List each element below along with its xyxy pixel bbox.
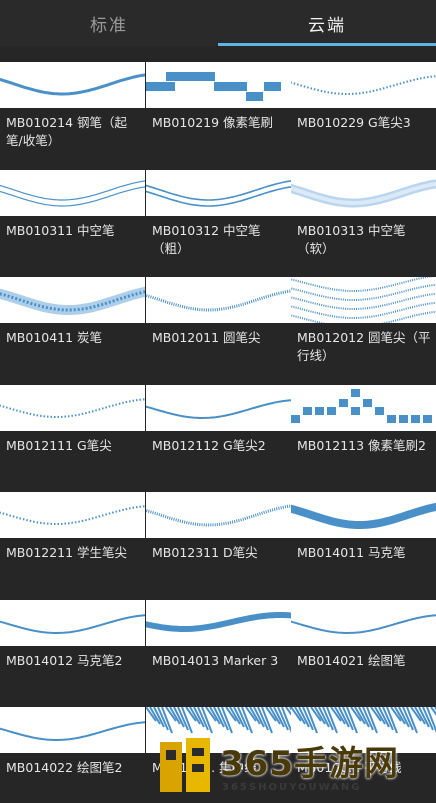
brush-stroke-preview-icon [0, 721, 145, 741]
brush-stroke-preview-icon [146, 72, 281, 101]
brush-preview [291, 169, 436, 216]
brush-label: MB014012 马克笔2 [6, 652, 123, 668]
brush-label: MB012112 G笔尖2 [152, 437, 266, 453]
tab-bar: 标准 云端 [0, 0, 436, 46]
brush-preview [0, 169, 145, 216]
brush-preview [146, 62, 291, 108]
brush-stroke-preview-icon [146, 611, 291, 632]
brush-stroke-preview-icon [146, 289, 291, 312]
brush-preview [146, 277, 291, 323]
brush-library-screen: 标准 云端 MB010214 钢笔（起笔/收笔） MB010219 像素笔刷 MB0… [0, 0, 436, 803]
tab-standard[interactable]: 标准 [0, 0, 218, 46]
brush-stroke-preview-icon [0, 505, 145, 525]
brush-preview [0, 62, 145, 108]
brush-stroke-preview-icon [291, 707, 436, 734]
brush-label: MB0160... 平行线 [297, 760, 402, 775]
brush-label: MB012211 学生笔尖 [6, 545, 128, 560]
brush-preview [291, 492, 436, 538]
brush-preview [0, 384, 145, 431]
brush-stroke-preview-icon [291, 388, 432, 423]
brush-grid[interactable]: MB010214 钢笔（起笔/收笔） MB010219 像素笔刷 MB010229 … [0, 46, 436, 803]
brush-stroke-preview-icon [146, 179, 291, 207]
brush-stroke-preview-icon [146, 707, 291, 734]
brush-preview [291, 599, 436, 646]
brush-preview [0, 599, 145, 646]
brush-preview [146, 384, 291, 431]
brush-preview [146, 599, 291, 646]
brush-stroke-preview-icon [0, 73, 145, 96]
brush-preview [0, 707, 145, 753]
brush-label: MB012113 像素笔刷2 [297, 437, 427, 453]
brush-preview [291, 62, 436, 108]
brush-label: MB014013 Marker 3 [152, 652, 279, 668]
brush-stroke-preview-icon [291, 178, 436, 207]
brush-preview [0, 277, 145, 323]
brush-preview [146, 707, 291, 753]
brush-label: MB0160... 集中线 [152, 760, 257, 775]
brush-label: MB012012 圆笔尖（平行线） [297, 330, 431, 363]
brush-label: MB010229 G笔尖3 [297, 115, 411, 130]
brush-stroke-preview-icon [0, 613, 145, 634]
brush-stroke-preview-icon [146, 504, 291, 527]
brush-stroke-preview-icon [291, 502, 436, 529]
tab-cloud[interactable]: 云端 [218, 0, 436, 46]
brush-preview [146, 492, 291, 538]
brush-label: MB010411 炭笔 [6, 330, 103, 345]
brush-label: MB014011 马克笔 [297, 545, 406, 560]
brush-label: MB012011 圆笔尖 [152, 330, 261, 345]
brush-stroke-preview-icon [291, 613, 436, 634]
brush-stroke-preview-icon [146, 398, 291, 419]
brush-label: MB014022 绘图笔2 [6, 760, 123, 775]
brush-label: MB010219 像素笔刷 [152, 115, 274, 130]
brush-label: MB010313 中空笔（软） [297, 222, 406, 256]
brush-preview [0, 492, 145, 538]
brush-label: MB010312 中空笔（粗） [152, 222, 261, 256]
brush-label: MB010214 钢笔（起笔/收笔） [6, 115, 128, 148]
brush-preview [146, 169, 291, 216]
brush-label: MB014021 绘图笔 [297, 652, 406, 668]
brush-stroke-preview-icon [291, 75, 436, 95]
brush-stroke-preview-icon [0, 286, 145, 315]
brush-stroke-preview-icon [0, 179, 145, 207]
brush-label: MB012111 G笔尖 [6, 437, 112, 453]
brush-preview [291, 277, 436, 323]
brush-label: MB012311 D笔尖 [152, 545, 258, 560]
brush-stroke-preview-icon [291, 277, 436, 323]
brush-preview [291, 384, 436, 431]
brush-label: MB010311 中空笔 [6, 222, 115, 238]
brush-preview [291, 707, 436, 753]
brush-stroke-preview-icon [0, 397, 145, 418]
